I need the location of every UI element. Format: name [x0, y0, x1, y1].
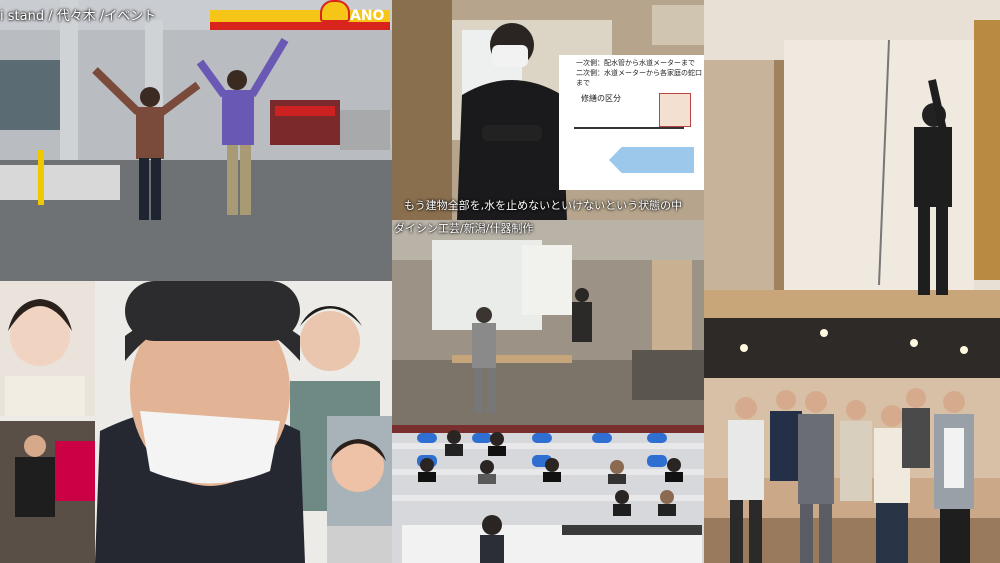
diagram-title: 修繕の区分 — [581, 94, 621, 103]
diagram-line1: 一次側：配水管から水道メーターまで — [576, 58, 695, 68]
photo-workshop: ダイシン工芸/新潟/什器制作 — [392, 220, 704, 425]
photo-video-call — [0, 281, 392, 563]
diagram-pipe — [574, 127, 684, 129]
diagram-arrow-left-icon — [609, 147, 694, 173]
workshop-scene — [392, 220, 704, 425]
brand-sign-text: ANO — [350, 8, 385, 24]
photo-group — [704, 318, 1000, 563]
white-room-scene — [704, 0, 1000, 318]
video-call-scene — [0, 281, 392, 563]
workshop-caption: ダイシン工芸/新潟/什器制作 — [394, 222, 534, 235]
photo-interview: 修繕の区分 一次側：配水管から水道メーターまで 二次側：水道メーターから各家庭の… — [392, 0, 704, 220]
gas-station-caption: i stand / 代々木 /イベント — [0, 9, 157, 24]
diagram-house-icon — [659, 93, 691, 127]
photo-gas-station: i stand / 代々木 /イベント ANO — [0, 0, 392, 281]
interview-subtitle: もう建物全部を,水を止めないといけないという状態の中 — [404, 199, 683, 212]
photo-lecture-hall — [392, 425, 704, 563]
gas-station-scene — [0, 0, 392, 281]
diagram-line2: 二次側：水道メーターから各家庭の蛇口まで — [576, 68, 704, 88]
group-scene — [704, 318, 1000, 563]
shell-logo-icon — [320, 0, 350, 22]
lecture-hall-scene — [392, 425, 704, 563]
photo-white-room — [704, 0, 1000, 318]
